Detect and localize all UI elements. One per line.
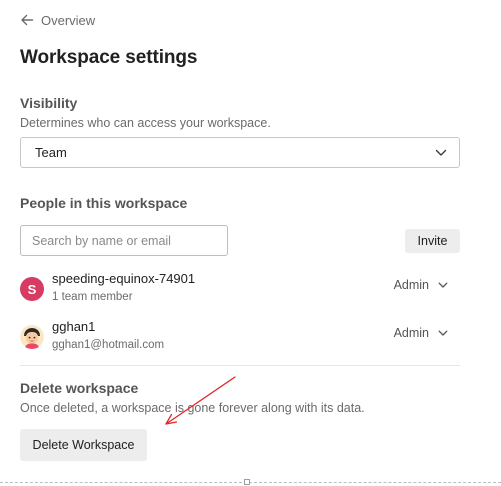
chevron-down-icon [435,149,447,156]
back-to-overview-link[interactable]: Overview [20,11,95,29]
team-avatar: S [20,277,44,301]
delete-title: Delete workspace [20,380,139,396]
visibility-selected-value: Team [35,145,67,160]
team-avatar-letter: S [27,281,37,297]
page-title: Workspace settings [20,47,198,68]
section-divider [20,365,460,366]
dashed-bottom-edge [0,482,501,483]
member-email: gghan1@hotmail.com [52,339,165,351]
delete-workspace-button[interactable]: Delete Workspace [20,429,147,461]
member-row: gghan1 gghan1@hotmail.com Admin [20,319,460,359]
member-name: gghan1 [52,319,96,334]
member-role-select[interactable]: Admin [394,278,448,292]
member-search-input[interactable] [20,225,228,256]
resize-handle[interactable] [244,479,250,485]
workspace-settings-page: Overview Workspace settings Visibility D… [0,0,501,486]
chevron-down-icon [438,330,448,336]
arrow-left-icon [21,14,34,26]
member-subtitle: 1 team member [52,291,133,303]
people-title: People in this workspace [20,195,188,211]
member-role-label: Admin [393,326,429,340]
back-link-label: Overview [41,12,96,28]
visibility-description: Determines who can access your workspace… [20,116,271,130]
invite-button[interactable]: Invite [405,229,460,253]
member-row: S speeding-equinox-74901 1 team member A… [20,271,460,311]
delete-description: Once deleted, a workspace is gone foreve… [20,401,365,415]
user-avatar-icon [20,325,44,349]
member-role-label: Admin [393,278,429,292]
chevron-down-icon [438,282,448,288]
visibility-title: Visibility [20,95,78,111]
member-name: speeding-equinox-74901 [52,271,196,286]
visibility-select[interactable]: Team [20,137,460,168]
member-role-select[interactable]: Admin [394,326,448,340]
